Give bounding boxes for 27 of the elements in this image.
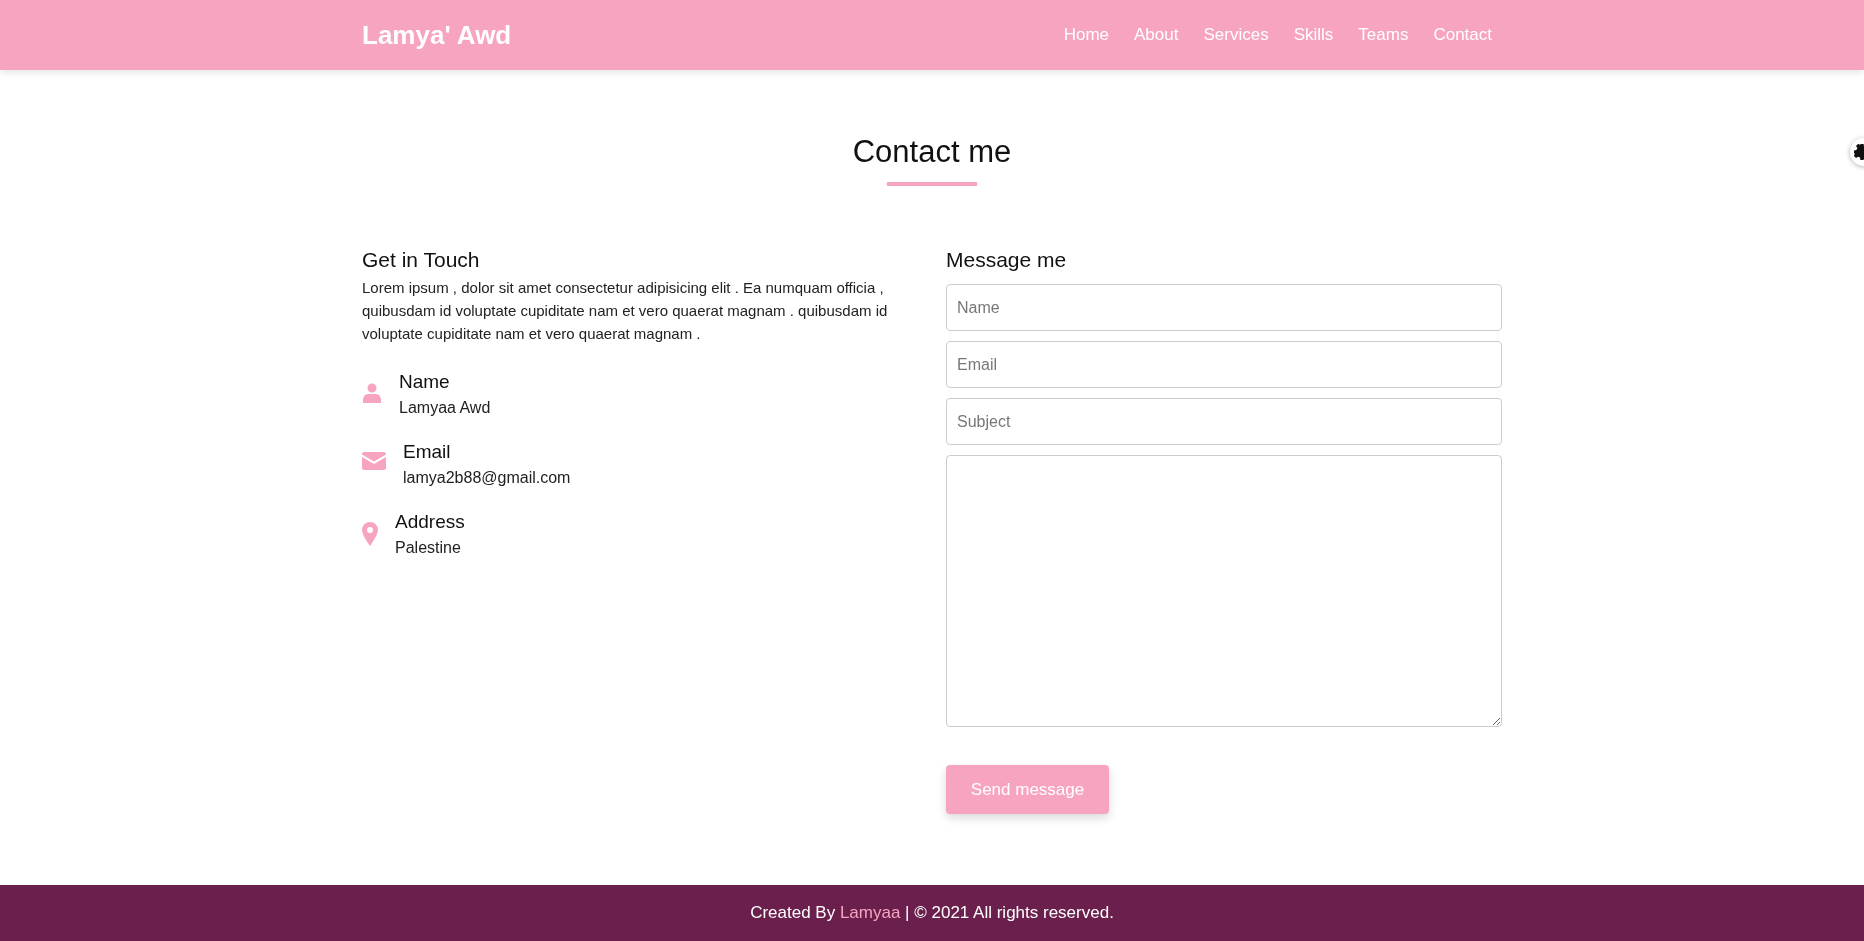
info-heading: Get in Touch (362, 248, 481, 272)
contact-value: Palestine (395, 539, 462, 557)
input-field[interactable]: Subject (946, 398, 1502, 445)
input-field[interactable]: Name (946, 284, 1502, 331)
nav-link[interactable]: About (1134, 25, 1179, 45)
message-field[interactable] (946, 455, 1502, 727)
section-title: Contact me (852, 134, 1012, 170)
contact-label: Email (403, 441, 452, 463)
footer-text: Created By Lamyaa | © 2021 All rights reserved. (750, 903, 1114, 923)
contact-label: Name (399, 371, 451, 393)
envelope-icon (362, 452, 386, 470)
nav-link[interactable]: Skills (1293, 25, 1334, 45)
nav-link[interactable]: Services (1203, 25, 1269, 45)
location-pin-icon (362, 522, 378, 546)
person-icon (362, 382, 382, 404)
input-field[interactable]: Email (946, 341, 1502, 388)
contact-value: lamya2b88@gmail.com (403, 469, 571, 487)
nav-link[interactable]: Contact (1433, 25, 1492, 45)
contact-value: Lamyaa Awd (399, 399, 491, 417)
info-text: Lorem ipsum , dolor sit amet consectetur adipisicing elit . Ea numquam officia , quibusdam id voluptate cupiditate nam et vero quaerat magnam . quibusdam id voluptate cupiditate nam et vero quaerat magnam . (362, 278, 889, 344)
form-heading: Message me (946, 248, 1067, 272)
author-link[interactable]: Lamyaa (839, 903, 901, 922)
contact-label: Address (395, 511, 465, 533)
nav-link[interactable]: Home (1063, 25, 1110, 45)
send-button[interactable]: Send message (946, 765, 1109, 814)
brand-logo[interactable]: Lamya' Awd (362, 19, 512, 51)
nav-link[interactable]: Teams (1358, 25, 1409, 45)
